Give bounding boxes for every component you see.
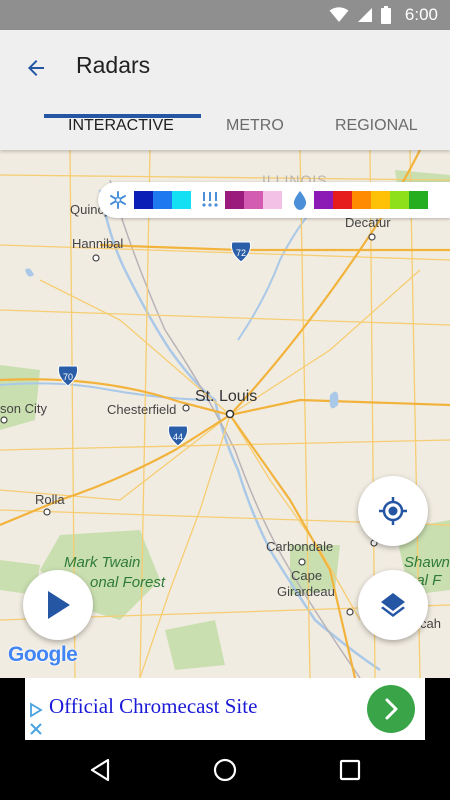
tab-metro[interactable]: METRO: [226, 104, 284, 148]
legend-swatch-snow-1: [134, 191, 153, 209]
close-icon[interactable]: [29, 722, 43, 736]
page-title: Radars: [76, 52, 151, 78]
legend-swatch-snow-2: [153, 191, 172, 209]
back-button[interactable]: [18, 50, 54, 86]
nav-home-icon: [213, 758, 237, 782]
map-label-jefferson-city: son City: [0, 401, 47, 416]
nav-back-icon: [90, 758, 110, 782]
map-label-cape: Cape: [291, 568, 323, 583]
my-location-icon: [379, 497, 407, 525]
arrow-left-icon: [28, 60, 44, 76]
map-label-chesterfield: Chesterfield: [107, 402, 177, 417]
chevron-right-icon: [385, 698, 398, 720]
legend-swatch-rain-3: [352, 191, 371, 209]
interstate-72-shield: 72: [230, 241, 252, 263]
tab-interactive[interactable]: INTERACTIVE: [0, 104, 245, 150]
play-button[interactable]: [23, 570, 93, 640]
legend-swatch-rain-6: [409, 191, 428, 209]
snowflake-icon: [110, 191, 126, 209]
map-label-rolla: Rolla: [35, 492, 65, 507]
nav-home-button[interactable]: [207, 752, 243, 788]
battery-icon: [380, 6, 391, 24]
legend-swatch-rain-2: [333, 191, 352, 209]
sleet-icon: [202, 192, 218, 207]
layers-icon: [381, 593, 405, 617]
google-logo: Google: [8, 643, 78, 666]
legend-swatch-mix-2: [244, 191, 263, 209]
legend-swatch-mix-3: [263, 191, 282, 209]
map-label-st-louis: St. Louis: [195, 388, 258, 405]
tab-indicator: [44, 114, 201, 118]
map-label-carbondale: Carbondale: [266, 539, 334, 554]
nav-back-button[interactable]: [82, 752, 118, 788]
map-label-hannibal: Hannibal: [72, 236, 124, 251]
status-time: 6:00: [404, 5, 438, 24]
tab-bar: INTERACTIVE METRO REGIONAL: [0, 104, 450, 150]
nav-bar: [0, 740, 450, 800]
ad-text[interactable]: Official Chromecast Site: [49, 694, 257, 719]
play-icon: [48, 591, 70, 619]
google-attribution: Google: [8, 643, 78, 667]
svg-text:72: 72: [236, 248, 246, 258]
tab-regional[interactable]: REGIONAL: [335, 104, 418, 148]
map-label-girardeau: Girardeau: [277, 584, 335, 599]
radar-legend: [98, 182, 450, 218]
cell-signal-icon: [357, 8, 372, 22]
status-icons: 6:00: [329, 0, 438, 30]
nav-recents-button[interactable]: [332, 752, 368, 788]
map-label-shawnee-1: Shawn: [404, 554, 450, 571]
legend-swatch-snow-3: [172, 191, 191, 209]
legend-swatch-mix-1: [225, 191, 244, 209]
legend-swatch-rain-5: [390, 191, 409, 209]
map-label-mark-twain-2: onal Forest: [90, 574, 166, 591]
legend-swatch-rain-4: [371, 191, 390, 209]
ad-banner[interactable]: Official Chromecast Site: [25, 678, 425, 740]
my-location-button[interactable]: [358, 476, 428, 546]
wifi-icon: [329, 7, 349, 22]
legend-swatch-rain-1: [314, 191, 333, 209]
svg-text:70: 70: [63, 372, 73, 382]
nav-recents-icon: [339, 759, 361, 781]
adchoices-icon[interactable]: [28, 702, 44, 718]
raindrop-icon: [293, 191, 307, 210]
layers-button[interactable]: [358, 570, 428, 640]
map-label-mark-twain-1: Mark Twain: [64, 554, 141, 571]
status-bar: 6:00: [0, 0, 450, 30]
app-bar: Radars INTERACTIVE METRO REGIONAL: [0, 30, 450, 150]
ad-open-button[interactable]: [367, 685, 415, 733]
svg-text:44: 44: [173, 432, 183, 442]
